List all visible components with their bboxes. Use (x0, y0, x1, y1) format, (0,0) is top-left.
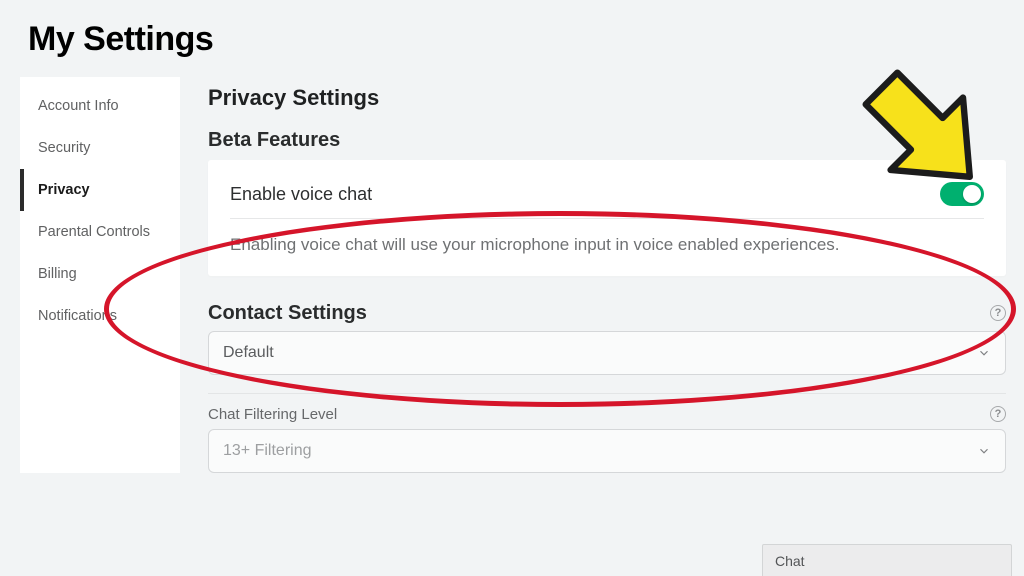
divider (208, 393, 1006, 394)
sidebar-item-label: Security (38, 140, 90, 156)
chat-bar[interactable]: Chat (762, 544, 1012, 576)
toggle-knob (963, 185, 981, 203)
voice-chat-toggle[interactable] (940, 182, 984, 206)
voice-chat-description: Enabling voice chat will use your microp… (230, 219, 984, 258)
chevron-down-icon (977, 346, 991, 360)
settings-sidebar: Account Info Security Privacy Parental C… (20, 77, 180, 473)
sidebar-item-label: Parental Controls (38, 224, 150, 240)
sidebar-item-parental-controls[interactable]: Parental Controls (20, 211, 180, 253)
settings-main: Privacy Settings Beta Features Enable vo… (180, 77, 1024, 473)
section-beta-heading: Beta Features (208, 129, 1006, 152)
sidebar-item-label: Account Info (38, 98, 119, 114)
section-privacy-heading: Privacy Settings (208, 85, 1006, 111)
select-value: 13+ Filtering (223, 442, 312, 460)
sidebar-item-label: Notifications (38, 308, 117, 324)
page-title: My Settings (0, 0, 1024, 77)
help-icon[interactable]: ? (990, 406, 1006, 422)
sidebar-item-label: Billing (38, 266, 77, 282)
sidebar-item-billing[interactable]: Billing (20, 253, 180, 295)
voice-chat-toggle-row: Enable voice chat (230, 172, 984, 219)
sidebar-item-label: Privacy (38, 182, 90, 198)
sidebar-item-account-info[interactable]: Account Info (20, 85, 180, 127)
chevron-down-icon (977, 444, 991, 458)
sidebar-item-privacy[interactable]: Privacy (20, 169, 180, 211)
chat-bar-label: Chat (775, 553, 805, 569)
sidebar-item-security[interactable]: Security (20, 127, 180, 169)
section-contact-heading: Contact Settings (208, 302, 367, 325)
chat-filter-select[interactable]: 13+ Filtering (208, 429, 1006, 473)
voice-chat-toggle-label: Enable voice chat (230, 184, 372, 205)
chat-filter-label: Chat Filtering Level (208, 406, 337, 423)
select-value: Default (223, 344, 274, 362)
beta-features-card: Enable voice chat Enabling voice chat wi… (208, 160, 1006, 276)
sidebar-item-notifications[interactable]: Notifications (20, 295, 180, 337)
contact-default-select[interactable]: Default (208, 331, 1006, 375)
help-icon[interactable]: ? (990, 305, 1006, 321)
